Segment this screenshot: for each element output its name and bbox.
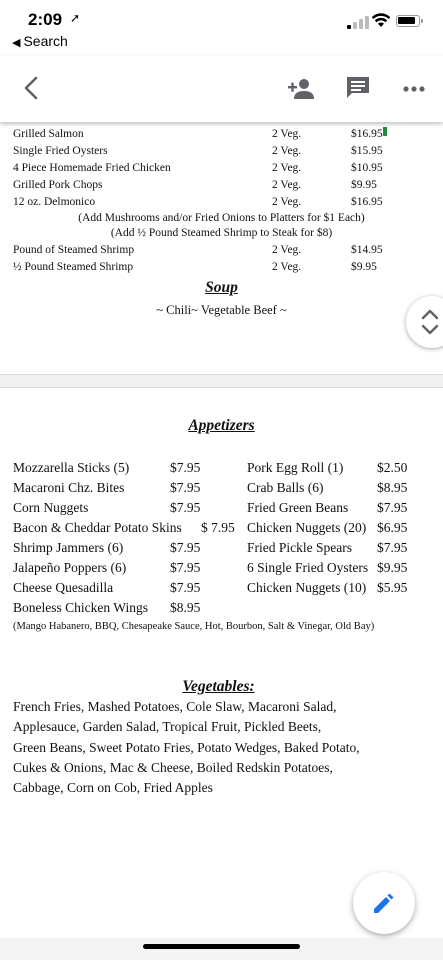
appetizer-price: $7.95 [170, 480, 201, 495]
appetizer-price: $2.50 [377, 460, 408, 475]
appetizer-price: $7.95 [170, 560, 201, 575]
item-sides: 2 Veg. [272, 162, 302, 174]
item-price: $14.95 [351, 244, 383, 256]
appetizer-price: $8.95 [170, 600, 201, 615]
menu-row: Single Fried Oysters 2 Veg. $15.95 [0, 144, 443, 159]
appetizer-price: $9.95 [377, 560, 408, 575]
appetizer-name: Macaroni Chz. Bites [13, 480, 125, 495]
item-price: $9.95 [351, 179, 377, 191]
item-sides: 2 Veg. [272, 196, 302, 208]
menu-row: Grilled Salmon 2 Veg. $16.95 [0, 127, 443, 142]
appetizer-price: $7.95 [170, 500, 201, 515]
item-sides: 2 Veg. [272, 244, 302, 256]
appetizer-name: Pork Egg Roll (1) [247, 460, 344, 475]
wing-sauces: (Mango Habanero, BBQ, Chesapeake Sauce, … [13, 621, 375, 632]
menu-row: Pound of Steamed Shrimp 2 Veg. $14.95 [0, 243, 443, 258]
page-1: Grilled Salmon 2 Veg. $16.95 Single Frie… [0, 122, 443, 374]
appetizer-price: $5.95 [377, 580, 408, 595]
item-name: 4 Piece Homemade Fried Chicken [13, 162, 171, 174]
signal-icon [347, 15, 369, 29]
appetizer-name: Bacon & Cheddar Potato Skins [13, 520, 182, 535]
appetizer-price: $6.95 [377, 520, 408, 535]
menu-note: (Add Mushrooms and/or Fried Onions to Pl… [78, 212, 365, 224]
item-name: 12 oz. Delmonico [13, 196, 96, 208]
menu-row: ½ Pound Steamed Shrimp 2 Veg. $9.95 [0, 260, 443, 275]
item-price: $15.95 [351, 145, 383, 157]
appetizer-name: Mozzarella Sticks (5) [13, 460, 130, 475]
home-indicator[interactable] [143, 944, 300, 949]
soup-items: ~ Chili~ Vegetable Beef ~ [156, 303, 287, 317]
vegetables-line: Applesauce, Garden Salad, Tropical Fruit… [13, 719, 322, 735]
vegetables-line: Cabbage, Corn on Cob, Fried Apples [13, 780, 213, 796]
appetizer-name: Fried Green Beans [247, 500, 349, 515]
menu-row: 12 oz. Delmonico 2 Veg. $16.95 [0, 195, 443, 210]
edit-button[interactable] [353, 872, 415, 934]
item-name: Pound of Steamed Shrimp [13, 244, 135, 256]
appetizer-name: Cheese Quesadilla [13, 580, 114, 595]
back-triangle-icon: ◀ [12, 37, 21, 49]
appetizer-name: Crab Balls (6) [247, 480, 324, 495]
item-name: Grilled Pork Chops [13, 179, 103, 191]
item-price: $16.95 [351, 128, 383, 140]
vegetables-list: French Fries, Mashed Potatoes, Cole Slaw… [13, 697, 433, 798]
cursor-marker [383, 127, 387, 136]
vegetables-line: Cukes & Onions, Mac & Cheese, Boiled Red… [13, 759, 333, 775]
appetizer-price: $7.95 [377, 500, 408, 515]
chevron-up-down-icon [421, 309, 439, 335]
appetizer-name: Corn Nuggets [13, 500, 89, 515]
appetizer-price: $7.95 [377, 540, 408, 555]
item-name: ½ Pound Steamed Shrimp [13, 261, 134, 273]
doc-toolbar [0, 56, 443, 122]
item-price: $10.95 [351, 162, 383, 174]
item-price: $9.95 [351, 261, 377, 273]
vegetables-line: Green Beans, Sweet Potato Fries, Potato … [13, 739, 360, 755]
battery-icon [396, 15, 423, 27]
appetizer-price: $8.95 [377, 480, 408, 495]
status-bar: 2:09 ➚ ◀ Search [0, 0, 443, 56]
appetizer-name: Fried Pickle Spears [247, 540, 352, 555]
appetizer-price: $ 7.95 [201, 520, 235, 535]
item-sides: 2 Veg. [272, 128, 302, 140]
appetizer-name: Shrimp Jammers (6) [13, 540, 124, 555]
back-app-label: Search [23, 33, 68, 49]
item-sides: 2 Veg. [272, 145, 302, 157]
item-name: Single Fried Oysters [13, 145, 108, 157]
appetizer-name: Jalapeño Poppers (6) [13, 560, 127, 575]
edit-icon [374, 893, 394, 913]
bottom-bar [0, 938, 443, 960]
menu-note: (Add ½ Pound Steamed Shrimp to Steak for… [110, 227, 333, 239]
appetizer-name: Chicken Nuggets (20) [247, 520, 367, 535]
more-icon[interactable] [401, 76, 427, 102]
appetizer-price: $7.95 [170, 540, 201, 555]
back-arrow-icon[interactable] [16, 72, 48, 104]
item-price: $16.95 [351, 196, 383, 208]
back-to-app-link[interactable]: ◀ Search [12, 33, 68, 49]
item-sides: 2 Veg. [272, 261, 302, 273]
wifi-icon [371, 13, 391, 27]
soup-heading: Soup [205, 279, 238, 296]
add-person-icon[interactable] [286, 74, 316, 104]
menu-row: 4 Piece Homemade Fried Chicken 2 Veg. $1… [0, 161, 443, 176]
vegetables-heading: Vegetables: [182, 678, 255, 695]
appetizer-price: $7.95 [170, 580, 201, 595]
appetizer-name: Chicken Nuggets (10) [247, 580, 367, 595]
item-name: Grilled Salmon [13, 128, 84, 140]
comment-icon[interactable] [344, 74, 372, 102]
appetizers-heading: Appetizers [188, 417, 255, 434]
item-sides: 2 Veg. [272, 179, 302, 191]
page-break [0, 374, 443, 388]
vegetables-line: French Fries, Mashed Potatoes, Cole Slaw… [13, 699, 337, 714]
menu-row: Grilled Pork Chops 2 Veg. $9.95 [0, 178, 443, 193]
clock: 2:09 [28, 10, 63, 29]
appetizer-name: 6 Single Fried Oysters [247, 560, 369, 575]
location-arrow-icon: ➚ [70, 11, 81, 25]
appetizer-name: Boneless Chicken Wings [13, 600, 148, 615]
appetizer-price: $7.95 [170, 460, 201, 475]
